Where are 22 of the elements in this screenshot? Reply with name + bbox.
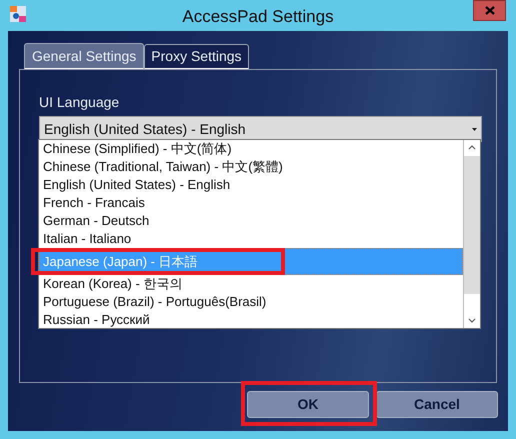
tab[interactable]: General Settings: [24, 43, 144, 69]
language-option[interactable]: Italian - Italiano: [39, 230, 463, 248]
language-option[interactable]: Chinese (Simplified) - 中文(简体): [39, 140, 463, 158]
app-icon: [10, 6, 26, 22]
scroll-thumb[interactable]: [464, 156, 480, 294]
window-title: AccessPad Settings: [182, 6, 334, 28]
language-option[interactable]: Chinese (Traditional, Taiwan) - 中文(繁體): [39, 158, 463, 176]
language-option[interactable]: Portuguese (Brazil) - Português(Brasil): [39, 293, 463, 311]
dialog-button[interactable]: OK: [247, 391, 369, 418]
dialog-button[interactable]: Cancel: [376, 391, 498, 418]
scrollbar[interactable]: [463, 140, 480, 328]
field-label: UI Language: [39, 93, 120, 112]
close-icon: [484, 6, 494, 15]
dropdown-arrow-icon: [472, 128, 477, 130]
language-option[interactable]: English (United States) - English: [39, 176, 463, 194]
language-option[interactable]: French - Francais: [39, 194, 463, 212]
dropdown-value: English (United States) - English: [44, 120, 247, 139]
tab[interactable]: Proxy Settings: [144, 44, 249, 69]
language-option[interactable]: German - Deutsch: [39, 212, 463, 230]
language-option[interactable]: Russian - Русский: [39, 311, 463, 329]
close-button[interactable]: [473, 0, 506, 21]
language-option[interactable]: Korean (Korea) - 한국의: [39, 275, 463, 293]
